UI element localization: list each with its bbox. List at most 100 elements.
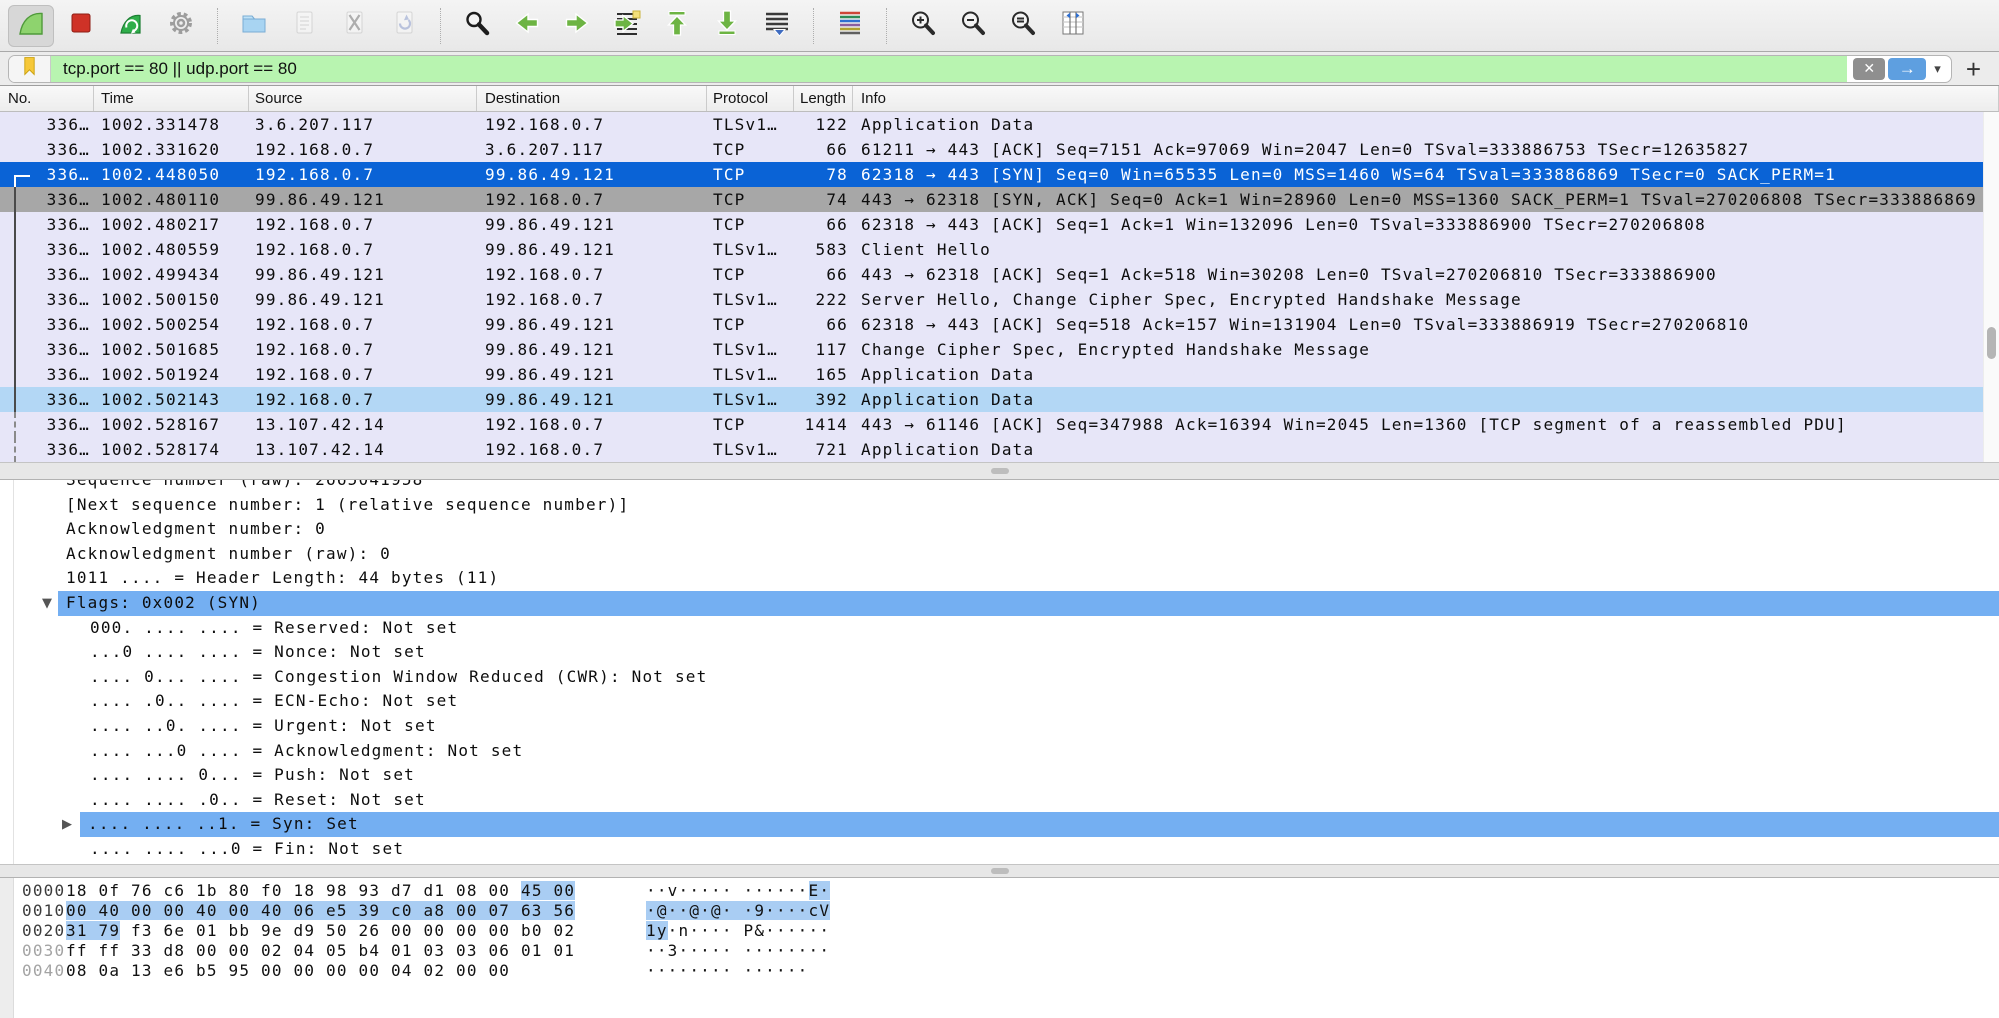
column-header-src[interactable]: Source [249, 86, 477, 111]
detail-line[interactable]: .... ..0. .... = Urgent: Not set [0, 714, 1999, 739]
hex-bytes[interactable]: 08 0a 13 e6 b5 95 00 00 00 00 04 02 00 0… [66, 961, 510, 981]
packet-row[interactable]: 336…1002.50015099.86.49.121192.168.0.7TL… [0, 287, 1999, 312]
hex-bytes[interactable]: 18 0f 76 c6 1b 80 f0 18 98 93 d7 d1 08 0… [66, 881, 575, 901]
packet-row[interactable]: 336…1002.331620192.168.0.73.6.207.117TCP… [0, 137, 1999, 162]
ascii-bytes[interactable]: ········ ······ [646, 961, 809, 981]
capture-options-button[interactable] [158, 5, 204, 47]
ascii-segment[interactable]: ········ ······ [646, 961, 809, 980]
hex-bytes-segment[interactable]: 08 0a 13 e6 b5 95 00 00 00 00 04 02 00 0… [66, 961, 510, 980]
resize-columns-button[interactable] [1050, 5, 1096, 47]
packet-row[interactable]: 336…1002.501924192.168.0.799.86.49.121TL… [0, 362, 1999, 387]
ascii-bytes[interactable]: ··3····· ········ [646, 941, 830, 961]
cell-no: 336… [0, 362, 94, 387]
ascii-bytes[interactable]: 1y·n···· P&······ [646, 921, 830, 941]
ascii-bytes[interactable]: ·@··@·@· ·9····cV [646, 901, 830, 921]
filter-bookmark-button[interactable] [9, 56, 51, 82]
cell-len: 78 [794, 162, 853, 187]
packet-row[interactable]: 336…1002.48011099.86.49.121192.168.0.7TC… [0, 187, 1999, 212]
zoom-in-button[interactable] [900, 5, 946, 47]
hex-bytes-highlight[interactable]: 31 79 [66, 921, 120, 940]
ascii-bytes[interactable]: ··v····· ······E· [646, 881, 830, 901]
hex-bytes[interactable]: 00 40 00 00 40 00 40 06 e5 39 c0 a8 00 0… [66, 901, 575, 921]
list-details-splitter[interactable] [0, 462, 1999, 480]
packet-row[interactable]: 336…1002.49943499.86.49.121192.168.0.7TC… [0, 262, 1999, 287]
ascii-highlight[interactable]: ·@··@·@· ·9····cV [646, 901, 830, 920]
filter-add-button[interactable]: + [1952, 56, 1991, 82]
column-header-dst[interactable]: Destination [477, 86, 707, 111]
stop-capture-button[interactable] [58, 5, 104, 47]
detail-line[interactable]: Sequence number (raw): 2665041958 [0, 480, 1999, 493]
ascii-highlight[interactable]: 1y [646, 921, 668, 940]
filter-clear-button[interactable]: ✕ [1853, 58, 1885, 80]
open-file-button[interactable] [231, 5, 277, 47]
hex-bytes[interactable]: 31 79 f3 6e 01 bb 9e d9 50 26 00 00 00 0… [66, 921, 575, 941]
cell-dst: 99.86.49.121 [477, 362, 707, 387]
save-file-button[interactable] [281, 5, 327, 47]
packet-row[interactable]: 336…1002.480217192.168.0.799.86.49.121TC… [0, 212, 1999, 237]
detail-line[interactable]: ▶.... .... ..1. = Syn: Set [0, 812, 1999, 837]
splitter-handle[interactable] [991, 468, 1009, 474]
go-forward-button[interactable] [554, 5, 600, 47]
detail-line[interactable]: [Next sequence number: 1 (relative seque… [0, 493, 1999, 518]
scrollbar-thumb[interactable] [1987, 327, 1996, 359]
packet-row[interactable]: 336…1002.52816713.107.42.14192.168.0.7TC… [0, 412, 1999, 437]
detail-line[interactable]: Acknowledgment number (raw): 0 [0, 542, 1999, 567]
detail-line[interactable]: .... .... ...0 = Fin: Not set [0, 837, 1999, 862]
column-header-info[interactable]: Info [853, 86, 1999, 111]
expander-closed-icon[interactable]: ▶ [62, 813, 72, 838]
auto-scroll-button[interactable] [754, 5, 800, 47]
hex-bytes-highlight[interactable]: 00 40 00 00 40 00 40 06 e5 39 c0 a8 00 0… [66, 901, 575, 920]
column-header-len[interactable]: Length [794, 86, 853, 111]
find-packet-button[interactable] [454, 5, 500, 47]
hex-bytes-segment[interactable]: 18 0f 76 c6 1b 80 f0 18 98 93 d7 d1 08 0… [66, 881, 521, 900]
packet-row[interactable]: 336…1002.3314783.6.207.117192.168.0.7TLS… [0, 112, 1999, 137]
detail-line[interactable]: .... ...0 .... = Acknowledgment: Not set [0, 739, 1999, 764]
start-capture-button[interactable] [8, 5, 54, 47]
packet-row[interactable]: 336…1002.500254192.168.0.799.86.49.121TC… [0, 312, 1999, 337]
column-header-time[interactable]: Time [94, 86, 249, 111]
display-filter-input[interactable] [51, 56, 1847, 82]
packet-row[interactable]: 336…1002.480559192.168.0.799.86.49.121TL… [0, 237, 1999, 262]
packet-row[interactable]: 336…1002.501685192.168.0.799.86.49.121TL… [0, 337, 1999, 362]
ascii-segment[interactable]: ·n···· P&······ [668, 921, 831, 940]
hex-bytes-segment[interactable]: f3 6e 01 bb 9e d9 50 26 00 00 00 00 b0 0… [120, 921, 575, 940]
ascii-segment[interactable]: ··3····· ········ [646, 941, 830, 960]
splitter-handle[interactable] [991, 868, 1009, 874]
detail-line[interactable]: .... .... .0.. = Reset: Not set [0, 788, 1999, 813]
go-last-packet-button[interactable] [704, 5, 750, 47]
gear-icon [167, 9, 195, 42]
reload-file-button[interactable] [381, 5, 427, 47]
detail-line[interactable]: ▼Flags: 0x002 (SYN) [0, 591, 1999, 616]
detail-line[interactable]: Acknowledgment number: 0 [0, 517, 1999, 542]
detail-line[interactable]: .... 0... .... = Congestion Window Reduc… [0, 665, 1999, 690]
go-to-packet-button[interactable] [604, 5, 650, 47]
hex-bytes-highlight[interactable]: 45 00 [521, 881, 575, 900]
ascii-segment[interactable]: ··v····· ······ [646, 881, 809, 900]
detail-line[interactable]: ...0 .... .... = Nonce: Not set [0, 640, 1999, 665]
filter-apply-button[interactable]: → [1888, 58, 1926, 80]
colorize-packets-button[interactable] [827, 5, 873, 47]
detail-line[interactable]: 000. .... .... = Reserved: Not set [0, 616, 1999, 641]
details-bytes-splitter[interactable] [0, 864, 1999, 878]
packet-row[interactable]: 336…1002.448050192.168.0.799.86.49.121TC… [0, 162, 1999, 187]
filter-dropdown-button[interactable]: ▾ [1926, 61, 1951, 77]
zoom-reset-button[interactable] [1000, 5, 1046, 47]
go-back-button[interactable] [504, 5, 550, 47]
detail-line[interactable]: .... .0.. .... = ECN-Echo: Not set [0, 689, 1999, 714]
hex-bytes-segment[interactable]: ff ff 33 d8 00 00 02 04 05 b4 01 03 03 0… [66, 941, 575, 960]
close-file-button[interactable] [331, 5, 377, 47]
cell-info: 443 → 62318 [SYN, ACK] Seq=0 Ack=1 Win=2… [853, 187, 1999, 212]
hex-bytes[interactable]: ff ff 33 d8 00 00 02 04 05 b4 01 03 03 0… [66, 941, 575, 961]
restart-capture-button[interactable] [108, 5, 154, 47]
column-header-proto[interactable]: Protocol [707, 86, 794, 111]
detail-line[interactable]: 1011 .... = Header Length: 44 bytes (11) [0, 566, 1999, 591]
go-first-packet-button[interactable] [654, 5, 700, 47]
expander-open-icon[interactable]: ▼ [42, 592, 52, 617]
packet-list-scrollbar[interactable] [1983, 112, 1999, 462]
packet-row[interactable]: 336…1002.52817413.107.42.14192.168.0.7TL… [0, 437, 1999, 462]
zoom-out-button[interactable] [950, 5, 996, 47]
ascii-highlight[interactable]: E· [809, 881, 831, 900]
column-header-no[interactable]: No. [0, 86, 94, 111]
detail-line[interactable]: .... .... 0... = Push: Not set [0, 763, 1999, 788]
packet-row[interactable]: 336…1002.502143192.168.0.799.86.49.121TL… [0, 387, 1999, 412]
